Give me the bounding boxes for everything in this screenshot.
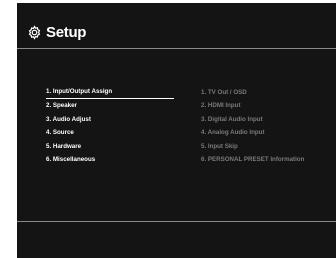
submenu-item-tv-out-osd: 1. TV Out / OSD <box>201 89 247 96</box>
header: Setup <box>27 22 86 42</box>
menu-item-input-output-assign[interactable]: 1. Input/Output Assign <box>46 86 174 100</box>
menu-item-miscellaneous[interactable]: 6. Miscellaneous <box>46 153 186 166</box>
menu-item-source[interactable]: 4. Source <box>46 126 186 139</box>
footer-divider <box>17 221 336 222</box>
menu-item-audio-adjust[interactable]: 3. Audio Adjust <box>46 113 186 126</box>
submenu: 1. TV Out / OSD 2. HDMI Input 3. Digital… <box>201 86 333 166</box>
menu-item-speaker[interactable]: 2. Speaker <box>46 99 186 112</box>
submenu-item-input-skip: 5. Input Skip <box>201 142 238 150</box>
header-divider <box>17 48 336 49</box>
page-title: Setup <box>46 23 87 41</box>
main-menu: 1. Input/Output Assign 2. Speaker 3. Aud… <box>46 86 186 166</box>
submenu-item-analog-audio-input: 4. Analog Audio Input <box>201 129 265 137</box>
menu-item-hardware[interactable]: 5. Hardware <box>46 140 186 153</box>
gear-icon <box>27 24 42 40</box>
submenu-item-personal-preset-information: 6. PERSONAL PRESET Information <box>201 155 305 163</box>
submenu-item-hdmi-input: 2. HDMI Input <box>201 102 241 110</box>
submenu-item-digital-audio-input: 3. Digital Audio Input <box>201 115 263 123</box>
setup-screen: Setup 1. Input/Output Assign 2. Speaker … <box>17 3 336 258</box>
